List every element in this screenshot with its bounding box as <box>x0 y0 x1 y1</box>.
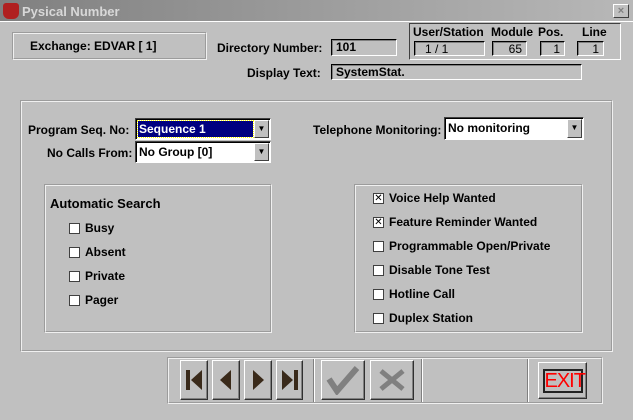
checkbox-box[interactable] <box>69 246 80 258</box>
exit-label: EXIT <box>544 369 586 392</box>
option-checkbox[interactable]: Duplex Station <box>373 311 473 325</box>
exchange-label: Exchange: EDVAR [ 1] <box>30 39 157 53</box>
module-header: Module <box>491 25 533 39</box>
checkbox-label: Busy <box>85 221 115 235</box>
option-checkbox[interactable]: ✕ Feature Reminder Wanted <box>373 215 537 229</box>
option-checkbox[interactable]: ✕ Voice Help Wanted <box>373 191 496 205</box>
checkbox-label: Duplex Station <box>389 311 474 325</box>
checkbox-box[interactable] <box>69 222 80 234</box>
cancel-icon <box>379 369 405 391</box>
checkbox-label: Disable Tone Test <box>389 263 490 277</box>
option-checkbox[interactable]: Disable Tone Test <box>373 263 490 277</box>
prev-icon <box>220 370 231 390</box>
option-checkbox[interactable]: Hotline Call <box>373 287 455 301</box>
checkbox-label: Feature Reminder Wanted <box>389 215 538 229</box>
chevron-down-icon[interactable]: ▼ <box>254 120 269 138</box>
chevron-down-icon[interactable]: ▼ <box>254 143 269 161</box>
program-seq-label: Program Seq. No: <box>28 123 130 137</box>
next-record-button[interactable] <box>244 360 272 400</box>
module-field: 65 <box>492 41 527 56</box>
exchange-box: Exchange: EDVAR [ 1] <box>12 32 207 60</box>
pos-header: Pos. <box>538 25 564 39</box>
checkbox-box[interactable] <box>373 288 384 300</box>
confirm-button[interactable] <box>321 360 365 400</box>
checkbox-box[interactable] <box>69 294 80 306</box>
last-record-button[interactable] <box>276 360 303 400</box>
first-record-button[interactable] <box>180 360 208 400</box>
auto-search-checkbox[interactable]: Busy <box>69 221 114 235</box>
checkbox-box[interactable] <box>373 312 384 324</box>
app-icon <box>3 3 19 19</box>
separator <box>421 359 423 402</box>
checkbox-label: Voice Help Wanted <box>389 191 496 205</box>
close-button[interactable]: × <box>613 4 629 18</box>
last-icon <box>281 370 298 390</box>
separator <box>313 359 315 402</box>
no-calls-from-label: No Calls From: <box>47 146 133 160</box>
checkbox-box[interactable]: ✕ <box>373 216 384 228</box>
window-title: Pysical Number <box>22 4 120 19</box>
previous-record-button[interactable] <box>212 360 240 400</box>
display-text-field[interactable]: SystemStat. <box>331 64 582 80</box>
checkbox-box[interactable]: ✕ <box>373 192 384 204</box>
no-calls-from-value: No Group [0] <box>139 145 213 159</box>
exit-icon: EXIT <box>542 368 586 393</box>
auto-search-checkbox[interactable]: Absent <box>69 245 126 259</box>
no-calls-from-combo[interactable]: No Group [0] ▼ <box>135 141 271 163</box>
line-field: 1 <box>577 41 604 56</box>
checkbox-label: Hotline Call <box>389 287 456 301</box>
line-header: Line <box>582 25 607 39</box>
separator <box>527 359 529 402</box>
program-seq-value: Sequence 1 <box>137 120 254 138</box>
check-icon <box>326 366 360 395</box>
exit-button[interactable]: EXIT <box>538 362 587 399</box>
checkbox-box[interactable] <box>373 240 384 252</box>
checkbox-box[interactable] <box>69 270 80 282</box>
checkbox-box[interactable] <box>373 264 384 276</box>
checkbox-label: Programmable Open/Private <box>389 239 551 253</box>
telephone-monitoring-combo[interactable]: No monitoring ▼ <box>444 117 584 140</box>
checkbox-label: Pager <box>85 293 119 307</box>
cancel-button[interactable] <box>370 360 414 400</box>
user-station-header: User/Station <box>413 25 484 39</box>
program-seq-combo[interactable]: Sequence 1 ▼ <box>135 118 271 140</box>
next-icon <box>253 370 264 390</box>
automatic-search-title: Automatic Search <box>50 196 161 211</box>
display-text-label: Display Text: <box>247 66 321 80</box>
directory-number-label: Directory Number: <box>217 41 323 55</box>
option-checkbox[interactable]: Programmable Open/Private <box>373 239 550 253</box>
pos-field: 1 <box>540 41 565 56</box>
telephone-monitoring-value: No monitoring <box>448 121 530 135</box>
checkbox-label: Private <box>85 269 126 283</box>
user-station-field: 1 / 1 <box>414 41 485 56</box>
auto-search-checkbox[interactable]: Pager <box>69 293 118 307</box>
telephone-monitoring-label: Telephone Monitoring: <box>313 123 442 137</box>
checkbox-label: Absent <box>85 245 126 259</box>
auto-search-checkbox[interactable]: Private <box>69 269 125 283</box>
first-icon <box>186 370 202 390</box>
chevron-down-icon[interactable]: ▼ <box>567 119 582 138</box>
directory-number-field[interactable]: 101 <box>331 39 397 56</box>
